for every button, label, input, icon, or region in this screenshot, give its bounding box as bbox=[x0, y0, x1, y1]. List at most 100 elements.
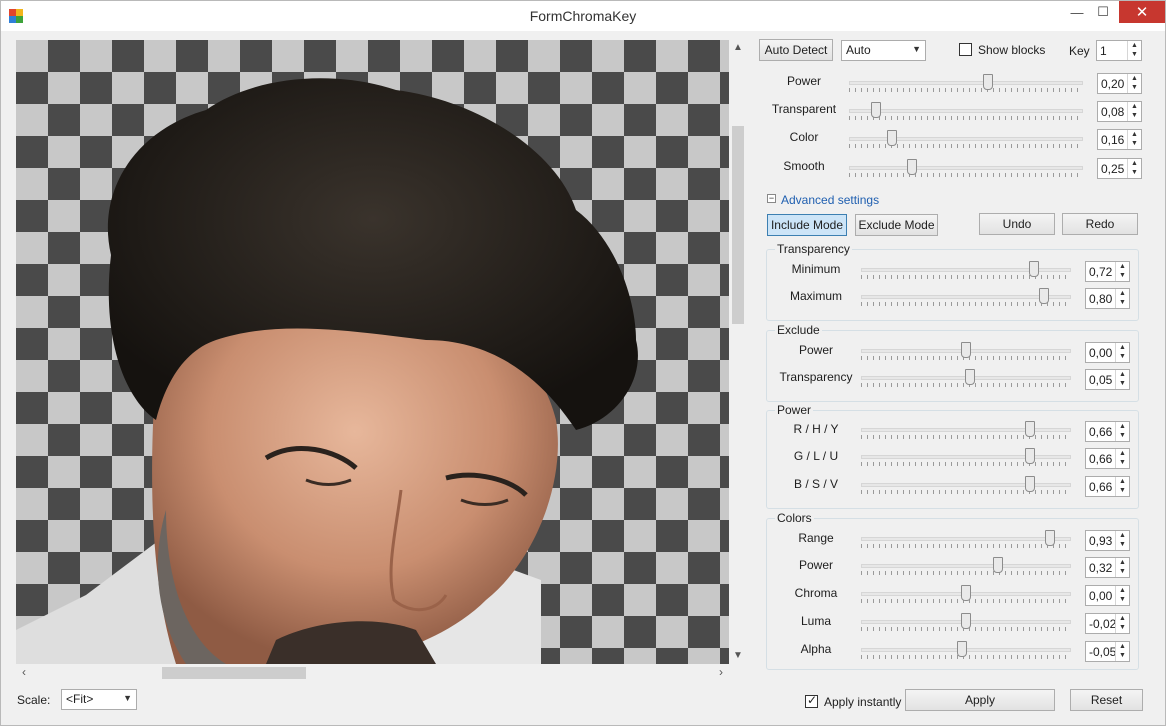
stepper-up-icon[interactable]: ▲ bbox=[1116, 262, 1129, 271]
main-slider[interactable] bbox=[849, 73, 1083, 93]
minimize-icon[interactable]: — bbox=[1063, 1, 1091, 23]
stepper-up-icon[interactable]: ▲ bbox=[1116, 477, 1129, 486]
main-slider[interactable] bbox=[849, 101, 1083, 121]
adv-slider-value-stepper[interactable]: -0,02 ▲ ▼ bbox=[1085, 613, 1130, 634]
stepper-down-icon[interactable]: ▼ bbox=[1116, 623, 1129, 632]
slider-thumb[interactable] bbox=[907, 159, 917, 175]
slider-thumb[interactable] bbox=[887, 130, 897, 146]
stepper-up-icon[interactable]: ▲ bbox=[1128, 41, 1141, 50]
stepper-up-icon[interactable]: ▲ bbox=[1128, 74, 1141, 83]
stepper-down-icon[interactable]: ▼ bbox=[1116, 298, 1129, 307]
adv-slider-value-stepper[interactable]: 0,80 ▲ ▼ bbox=[1085, 288, 1130, 309]
adv-slider-value-stepper[interactable]: -0,05 ▲ ▼ bbox=[1085, 641, 1130, 662]
stepper-up-icon[interactable]: ▲ bbox=[1116, 422, 1129, 431]
vertical-scroll-thumb[interactable] bbox=[732, 126, 744, 324]
adv-slider[interactable] bbox=[861, 584, 1071, 604]
stepper-down-icon[interactable]: ▼ bbox=[1116, 567, 1129, 576]
horizontal-scroll-thumb[interactable] bbox=[162, 667, 306, 679]
scale-select[interactable]: <Fit> ▼ bbox=[61, 689, 137, 710]
stepper-down-icon[interactable]: ▼ bbox=[1128, 50, 1141, 59]
adv-slider[interactable] bbox=[861, 556, 1071, 576]
adv-slider[interactable] bbox=[861, 640, 1071, 660]
slider-thumb[interactable] bbox=[1025, 476, 1035, 492]
stepper-down-icon[interactable]: ▼ bbox=[1116, 271, 1129, 280]
reset-button[interactable]: Reset bbox=[1070, 689, 1143, 711]
stepper-up-icon[interactable]: ▲ bbox=[1116, 586, 1129, 595]
stepper-up-icon[interactable]: ▲ bbox=[1116, 558, 1129, 567]
slider-thumb[interactable] bbox=[871, 102, 881, 118]
adv-slider-value-stepper[interactable]: 0,93 ▲ ▼ bbox=[1085, 530, 1130, 551]
slider-thumb[interactable] bbox=[983, 74, 993, 90]
redo-button[interactable]: Redo bbox=[1062, 213, 1138, 235]
slider-thumb[interactable] bbox=[965, 369, 975, 385]
main-slider-value-stepper[interactable]: 0,16 ▲ ▼ bbox=[1097, 129, 1142, 150]
adv-slider-value-stepper[interactable]: 0,72 ▲ ▼ bbox=[1085, 261, 1130, 282]
adv-slider[interactable] bbox=[861, 420, 1071, 440]
stepper-down-icon[interactable]: ▼ bbox=[1128, 111, 1141, 120]
key-stepper[interactable]: 1 ▲ ▼ bbox=[1096, 40, 1142, 61]
stepper-up-icon[interactable]: ▲ bbox=[1116, 642, 1129, 651]
stepper-up-icon[interactable]: ▲ bbox=[1116, 614, 1129, 623]
adv-slider[interactable] bbox=[861, 341, 1071, 361]
slider-thumb[interactable] bbox=[993, 557, 1003, 573]
stepper-down-icon[interactable]: ▼ bbox=[1116, 352, 1129, 361]
show-blocks-checkbox[interactable] bbox=[959, 43, 972, 56]
scroll-left-icon[interactable]: ‹ bbox=[16, 664, 32, 681]
stepper-up-icon[interactable]: ▲ bbox=[1116, 289, 1129, 298]
apply-instantly-checkbox[interactable] bbox=[805, 693, 818, 708]
slider-thumb[interactable] bbox=[1045, 530, 1055, 546]
scroll-up-icon[interactable]: ▲ bbox=[730, 40, 746, 56]
collapse-icon[interactable]: − bbox=[767, 194, 776, 203]
adv-slider-value-stepper[interactable]: 0,66 ▲ ▼ bbox=[1085, 448, 1130, 469]
stepper-down-icon[interactable]: ▼ bbox=[1116, 431, 1129, 440]
adv-slider[interactable] bbox=[861, 447, 1071, 467]
close-icon[interactable]: ✕ bbox=[1119, 1, 1165, 23]
slider-thumb[interactable] bbox=[961, 585, 971, 601]
slider-thumb[interactable] bbox=[957, 641, 967, 657]
stepper-down-icon[interactable]: ▼ bbox=[1116, 379, 1129, 388]
stepper-down-icon[interactable]: ▼ bbox=[1116, 458, 1129, 467]
main-slider-value-stepper[interactable]: 0,20 ▲ ▼ bbox=[1097, 73, 1142, 94]
main-slider[interactable] bbox=[849, 158, 1083, 178]
main-slider-value-stepper[interactable]: 0,08 ▲ ▼ bbox=[1097, 101, 1142, 122]
adv-slider[interactable] bbox=[861, 475, 1071, 495]
adv-slider-value-stepper[interactable]: 0,00 ▲ ▼ bbox=[1085, 342, 1130, 363]
slider-thumb[interactable] bbox=[961, 613, 971, 629]
adv-slider-value-stepper[interactable]: 0,66 ▲ ▼ bbox=[1085, 476, 1130, 497]
slider-thumb[interactable] bbox=[1025, 448, 1035, 464]
stepper-down-icon[interactable]: ▼ bbox=[1128, 83, 1141, 92]
slider-thumb[interactable] bbox=[1029, 261, 1039, 277]
stepper-down-icon[interactable]: ▼ bbox=[1128, 168, 1141, 177]
stepper-up-icon[interactable]: ▲ bbox=[1128, 102, 1141, 111]
slider-thumb[interactable] bbox=[1025, 421, 1035, 437]
maximize-icon[interactable]: ☐ bbox=[1089, 1, 1117, 23]
stepper-up-icon[interactable]: ▲ bbox=[1116, 343, 1129, 352]
main-slider[interactable] bbox=[849, 129, 1083, 149]
stepper-up-icon[interactable]: ▲ bbox=[1116, 370, 1129, 379]
stepper-up-icon[interactable]: ▲ bbox=[1128, 130, 1141, 139]
stepper-up-icon[interactable]: ▲ bbox=[1116, 449, 1129, 458]
slider-thumb[interactable] bbox=[961, 342, 971, 358]
advanced-settings-link[interactable]: Advanced settings bbox=[781, 193, 879, 207]
detect-mode-select[interactable]: Auto ▼ bbox=[841, 40, 926, 61]
scroll-down-icon[interactable]: ▼ bbox=[730, 648, 746, 664]
apply-button[interactable]: Apply bbox=[905, 689, 1055, 711]
adv-slider-value-stepper[interactable]: 0,32 ▲ ▼ bbox=[1085, 557, 1130, 578]
include-mode-button[interactable]: Include Mode bbox=[767, 214, 847, 236]
stepper-down-icon[interactable]: ▼ bbox=[1116, 595, 1129, 604]
adv-slider-value-stepper[interactable]: 0,05 ▲ ▼ bbox=[1085, 369, 1130, 390]
vertical-scrollbar[interactable]: ▲ ▼ bbox=[730, 40, 746, 664]
adv-slider[interactable] bbox=[861, 287, 1071, 307]
stepper-down-icon[interactable]: ▼ bbox=[1116, 486, 1129, 495]
adv-slider-value-stepper[interactable]: 0,00 ▲ ▼ bbox=[1085, 585, 1130, 606]
adv-slider[interactable] bbox=[861, 529, 1071, 549]
auto-detect-button[interactable]: Auto Detect bbox=[759, 39, 833, 61]
stepper-down-icon[interactable]: ▼ bbox=[1116, 540, 1129, 549]
adv-slider[interactable] bbox=[861, 612, 1071, 632]
slider-thumb[interactable] bbox=[1039, 288, 1049, 304]
adv-slider[interactable] bbox=[861, 368, 1071, 388]
adv-slider-value-stepper[interactable]: 0,66 ▲ ▼ bbox=[1085, 421, 1130, 442]
undo-button[interactable]: Undo bbox=[979, 213, 1055, 235]
horizontal-scrollbar[interactable]: ‹ › bbox=[16, 664, 729, 681]
main-slider-value-stepper[interactable]: 0,25 ▲ ▼ bbox=[1097, 158, 1142, 179]
